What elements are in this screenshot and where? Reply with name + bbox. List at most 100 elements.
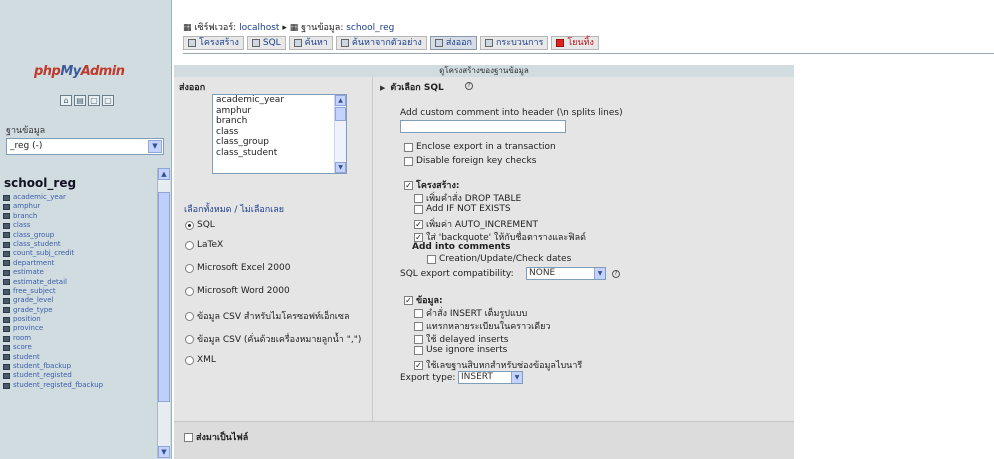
disable-fk-checkbox[interactable] [404, 156, 413, 166]
table-icon[interactable] [3, 213, 10, 220]
table-icon[interactable] [3, 326, 10, 333]
tab-sql[interactable]: SQL [246, 36, 286, 50]
table-select-list[interactable]: academic_year amphur branch class class_grou… [212, 94, 347, 174]
tab-query[interactable]: ค้นหาจากตัวอย่าง [335, 36, 427, 50]
data-checkbox[interactable]: ✓ [404, 295, 413, 305]
nav-table-item[interactable]: class [3, 221, 153, 230]
table-icon[interactable] [3, 344, 10, 351]
scroll-down-icon[interactable]: ▼ [335, 162, 346, 173]
nav-table-item[interactable]: score [3, 343, 153, 352]
structure-checkbox[interactable]: ✓ [404, 180, 413, 190]
auto-increment-checkbox[interactable]: ✓ [414, 219, 423, 229]
nav-table-item[interactable]: branch [3, 212, 153, 221]
drop-table-checkbox[interactable] [414, 193, 423, 203]
select-none-link[interactable]: ไม่เลือกเลย [240, 205, 284, 215]
format-radio[interactable] [185, 355, 194, 365]
if-not-exists-option[interactable]: Add IF NOT EXISTS [414, 204, 511, 214]
table-icon[interactable] [3, 204, 10, 211]
docs-icon[interactable]: ▢ [102, 95, 114, 106]
disable-fk-option[interactable]: Disable foreign key checks [404, 156, 536, 166]
format-option[interactable]: XML [185, 355, 216, 365]
compat-select[interactable]: NONE ▼ [526, 267, 606, 280]
nav-table-item[interactable]: room [3, 334, 153, 343]
format-radio[interactable] [185, 240, 194, 250]
tab-operations[interactable]: กระบวนการ [479, 36, 549, 50]
nav-table-item[interactable]: academic_year [3, 193, 153, 202]
table-option[interactable]: class_group [213, 137, 346, 148]
table-icon[interactable] [3, 260, 10, 267]
nav-table-item[interactable]: count_subj_credit [3, 249, 153, 258]
query-window-icon[interactable]: ▤ [74, 95, 86, 106]
tab-search[interactable]: ค้นหา [288, 36, 333, 50]
table-icon[interactable] [3, 307, 10, 314]
chevron-down-icon[interactable]: ▼ [511, 372, 522, 383]
drop-table-option[interactable]: เพิ่มคำสั่ง DROP TABLE [414, 191, 521, 205]
if-not-exists-checkbox[interactable] [414, 204, 423, 214]
format-option[interactable]: LaTeX [185, 240, 223, 250]
sql-icon[interactable]: ▢ [88, 95, 100, 106]
scroll-thumb[interactable] [335, 107, 346, 121]
table-icon[interactable] [3, 222, 10, 229]
server-link[interactable]: localhost [239, 23, 279, 33]
nav-table-item[interactable]: class_student [3, 240, 153, 249]
structure-option[interactable]: ✓ โครงสร้าง: [404, 178, 459, 192]
table-icon[interactable] [3, 382, 10, 389]
nav-table-item[interactable]: amphur [3, 202, 153, 211]
select-all-link[interactable]: เลือกทั้งหมด [184, 205, 231, 215]
complete-insert-checkbox[interactable] [414, 308, 423, 318]
nav-table-item[interactable]: estimate [3, 268, 153, 277]
db-link[interactable]: school_reg [346, 23, 394, 33]
format-option[interactable]: Microsoft Excel 2000 [185, 263, 290, 273]
nav-scrollbar[interactable]: ▲ ▼ [157, 168, 170, 458]
nav-table-item[interactable]: department [3, 259, 153, 268]
enclose-checkbox[interactable] [404, 142, 413, 152]
save-file-option[interactable]: ส่งมาเป็นไฟล์ [184, 430, 248, 444]
table-icon[interactable] [3, 316, 10, 323]
format-radio[interactable] [185, 286, 194, 296]
scroll-thumb[interactable] [158, 192, 170, 402]
nav-table-item[interactable]: student_registed [3, 371, 153, 380]
dates-option[interactable]: Creation/Update/Check dates [427, 254, 571, 264]
ignore-checkbox[interactable] [414, 345, 423, 355]
delayed-checkbox[interactable] [414, 334, 423, 344]
list-scrollbar[interactable]: ▲ ▼ [334, 95, 346, 173]
nav-table-item[interactable]: student_fbackup [3, 362, 153, 371]
scroll-down-icon[interactable]: ▼ [158, 446, 170, 458]
table-option[interactable]: amphur [213, 106, 346, 117]
data-option[interactable]: ✓ ข้อมูล: [404, 293, 443, 307]
tab-drop[interactable]: โยนทิ้ง [551, 36, 599, 50]
hex-checkbox[interactable]: ✓ [414, 360, 423, 370]
scroll-up-icon[interactable]: ▲ [158, 168, 170, 180]
comment-input[interactable] [400, 120, 566, 133]
table-icon[interactable] [3, 335, 10, 342]
table-icon[interactable] [3, 288, 10, 295]
nav-table-item[interactable]: student_registed_fbackup [3, 381, 153, 390]
db-title[interactable]: school_reg [4, 176, 76, 190]
format-radio[interactable] [185, 334, 194, 344]
nav-table-item[interactable]: class_group [3, 231, 153, 240]
help-icon[interactable]: ? [612, 270, 620, 278]
table-icon[interactable] [3, 232, 10, 239]
sql-options-heading[interactable]: ▶ ตัวเลือก SQL [380, 80, 444, 94]
table-icon[interactable] [3, 297, 10, 304]
table-option[interactable]: class_student [213, 148, 346, 159]
chevron-down-icon[interactable]: ▼ [594, 268, 605, 279]
auto-increment-option[interactable]: ✓ เพิ่มค่า AUTO_INCREMENT [414, 217, 538, 231]
tab-export[interactable]: ส่งออก [429, 36, 477, 50]
nav-table-item[interactable]: grade_type [3, 306, 153, 315]
format-option[interactable]: ข้อมูล CSV สำหรับไมโครซอฟท์เอ็กเซล [185, 309, 350, 323]
db-select[interactable]: _reg (-) ▼ [6, 138, 164, 155]
nav-table-item[interactable]: student [3, 353, 153, 362]
table-icon[interactable] [3, 269, 10, 276]
home-icon[interactable]: ⌂ [60, 95, 72, 106]
format-option[interactable]: SQL [185, 220, 215, 230]
extended-insert-checkbox[interactable] [414, 321, 423, 331]
table-icon[interactable] [3, 363, 10, 370]
table-option[interactable]: academic_year [213, 95, 346, 106]
enclose-option[interactable]: Enclose export in a transaction [404, 142, 556, 152]
complete-insert-option[interactable]: คำสั่ง INSERT เต็มรูปแบบ [414, 306, 527, 320]
nav-table-item[interactable]: province [3, 324, 153, 333]
hex-option[interactable]: ✓ ใช้เลขฐานสิบหกสำหรับช่องข้อมูลไบนารี [414, 358, 582, 372]
nav-table-item[interactable]: grade_level [3, 296, 153, 305]
dates-checkbox[interactable] [427, 254, 436, 264]
